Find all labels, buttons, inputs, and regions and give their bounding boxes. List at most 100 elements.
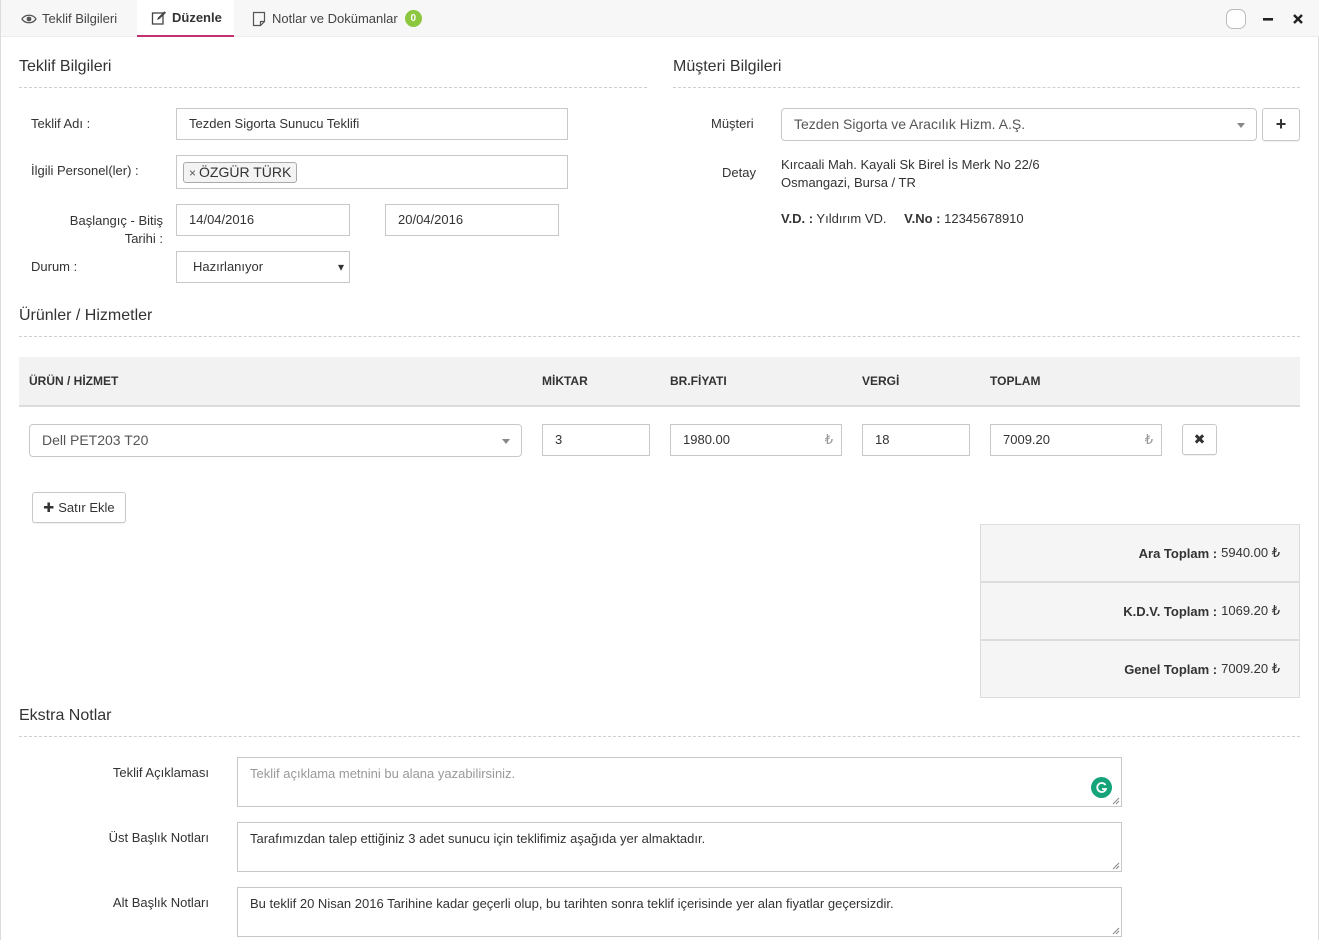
lira-icon: ₺ (1144, 432, 1153, 447)
plus-icon: ✚ (43, 499, 55, 515)
window-toggle-button[interactable] (1226, 9, 1246, 29)
tab-edit[interactable]: Düzenle (137, 0, 234, 37)
footer-notes-label: Alt Başlık Notları (112, 895, 209, 910)
offer-info-title: Teklif Bilgileri (19, 58, 112, 75)
subtotal-box: Ara Toplam : 5940.00 ₺ (980, 524, 1300, 582)
quantity-input[interactable]: 3 (542, 424, 650, 456)
dates-label-line1: Başlangıç - Bitiş (69, 213, 163, 228)
tax-no-label: V.No : (904, 211, 941, 226)
add-row-label: Satır Ekle (58, 500, 115, 515)
status-select[interactable]: Hazırlanıyor ▾ (176, 251, 350, 283)
extra-notes-title: Ekstra Notlar (19, 707, 112, 724)
offer-info-divider (19, 87, 647, 88)
tab-notes-documents[interactable]: Notlar ve Dokümanlar 0 (251, 0, 422, 37)
column-total: TOPLAM (990, 374, 1041, 388)
grammarly-icon[interactable] (1091, 777, 1112, 798)
header-notes-textarea[interactable]: Tarafımızdan talep ettiğiniz 3 adet sunu… (237, 822, 1122, 872)
status-value: Hazırlanıyor (193, 259, 264, 274)
products-title: Ürünler / Hizmetler (19, 307, 153, 324)
offer-edit-window: Teklif Bilgileri Düzenle Notlar ve Doküm… (0, 0, 1319, 940)
header-notes-value: Tarafımızdan talep ettiğiniz 3 adet sunu… (250, 831, 706, 846)
footer-notes-textarea[interactable]: Bu teklif 20 Nisan 2016 Tarihine kadar g… (237, 887, 1122, 937)
status-label: Durum : (31, 259, 78, 274)
chevron-down-icon (502, 439, 510, 444)
column-tax: VERGİ (862, 374, 900, 388)
total-value: 7009.20 (1003, 432, 1050, 447)
tab-offer-info[interactable]: Teklif Bilgileri (21, 0, 117, 37)
tax-info: V.D. : Yıldırım VD. V.No : 12345678910 (781, 210, 1024, 228)
tab-edit-label: Düzenle (172, 10, 222, 25)
tab-notes-documents-label: Notlar ve Dokümanlar (272, 11, 398, 26)
address-line-2: Osmangazi, Bursa / TR (781, 175, 916, 190)
product-value: Dell PET203 T20 (42, 432, 149, 448)
vat-total-value: 1069.20 ₺ (1221, 603, 1280, 618)
products-table-header: ÜRÜN / HİZMET MİKTAR BR.FİYATI VERGİ TOP… (19, 357, 1300, 407)
notes-count-badge: 0 (404, 10, 422, 27)
chevron-down-icon: ▾ (337, 260, 344, 274)
close-button[interactable] (1288, 9, 1308, 29)
add-customer-button[interactable]: + (1262, 108, 1300, 141)
remove-icon: ✖ (1193, 431, 1206, 447)
description-label: Teklif Açıklaması (112, 765, 209, 780)
tag-remove-icon[interactable]: × (189, 166, 196, 180)
eye-icon (21, 11, 37, 27)
customer-info-title: Müşteri Bilgileri (673, 58, 782, 75)
vat-total-box: K.D.V. Toplam : 1069.20 ₺ (980, 582, 1300, 640)
tax-office-value: Yıldırım VD. (816, 211, 887, 226)
end-date-input[interactable]: 20/04/2016 (385, 204, 559, 236)
description-textarea[interactable]: Teklif açıklama metnini bu alana yazabil… (237, 757, 1122, 807)
staff-multiselect[interactable]: × ÖZGÜR TÜRK (176, 155, 568, 189)
staff-label: İlgili Personel(ler) : (31, 163, 139, 178)
lira-icon: ₺ (824, 432, 833, 447)
product-select[interactable]: Dell PET203 T20 (29, 424, 522, 457)
customer-value: Tezden Sigorta ve Aracılık Hizm. A.Ş. (794, 116, 1026, 132)
add-row-button[interactable]: ✚ Satır Ekle (32, 492, 126, 523)
address-line-1: Kırcaali Mah. Kayali Sk Birel İs Merk No… (781, 157, 1040, 172)
resize-handle-icon[interactable] (1112, 797, 1120, 805)
plus-icon: + (1275, 114, 1287, 134)
grand-total-label: Genel Toplam : (1124, 661, 1218, 677)
document-icon (251, 11, 267, 27)
unit-price-input[interactable]: 1980.00 ₺ (670, 424, 842, 456)
resize-handle-icon[interactable] (1112, 862, 1120, 870)
column-quantity: MİKTAR (542, 374, 588, 388)
total-input[interactable]: 7009.20 ₺ (990, 424, 1162, 456)
subtotal-label: Ara Toplam : (1138, 545, 1218, 561)
unit-price-value: 1980.00 (683, 432, 730, 447)
tab-offer-info-label: Teklif Bilgileri (42, 11, 118, 26)
footer-notes-value: Bu teklif 20 Nisan 2016 Tarihine kadar g… (250, 896, 894, 911)
customer-info-divider (673, 87, 1300, 88)
resize-handle-icon[interactable] (1112, 927, 1120, 935)
customer-select[interactable]: Tezden Sigorta ve Aracılık Hizm. A.Ş. (781, 108, 1257, 141)
vat-total-label: K.D.V. Toplam : (1123, 603, 1218, 619)
tax-input[interactable]: 18 (862, 424, 970, 456)
minimize-button[interactable] (1258, 9, 1278, 29)
detail-label: Detay (722, 165, 756, 180)
tax-office-label: V.D. : (781, 211, 814, 226)
tax-no-value: 12345678910 (944, 211, 1024, 226)
chevron-down-icon (1237, 123, 1245, 128)
extra-notes-divider (19, 736, 1300, 737)
close-icon (1293, 14, 1303, 24)
remove-row-button[interactable]: ✖ (1182, 424, 1217, 455)
description-placeholder: Teklif açıklama metnini bu alana yazabil… (250, 766, 516, 781)
dates-label: Başlangıç - Bitiş Tarihi : (41, 212, 163, 248)
start-date-input[interactable]: 14/04/2016 (176, 204, 350, 236)
column-unit-price: BR.FİYATI (670, 374, 727, 388)
subtotal-value: 5940.00 ₺ (1221, 545, 1280, 560)
staff-tag[interactable]: × ÖZGÜR TÜRK (183, 162, 298, 183)
column-product: ÜRÜN / HİZMET (29, 374, 119, 388)
products-divider (19, 336, 1300, 337)
tab-bar: Teklif Bilgileri Düzenle Notlar ve Doküm… (1, 0, 1319, 37)
grand-total-value: 7009.20 ₺ (1221, 661, 1280, 676)
staff-tag-label: ÖZGÜR TÜRK (199, 164, 292, 180)
customer-label: Müşteri (711, 116, 754, 131)
offer-name-label: Teklif Adı : (31, 116, 91, 131)
dates-label-line2: Tarihi : (124, 231, 163, 246)
edit-icon (151, 10, 167, 26)
grand-total-box: Genel Toplam : 7009.20 ₺ (980, 640, 1300, 698)
offer-name-input[interactable]: Tezden Sigorta Sunucu Teklifi (176, 108, 568, 140)
minimize-icon (1263, 18, 1273, 21)
header-notes-label: Üst Başlık Notları (108, 830, 209, 845)
circle-icon (1226, 9, 1246, 29)
